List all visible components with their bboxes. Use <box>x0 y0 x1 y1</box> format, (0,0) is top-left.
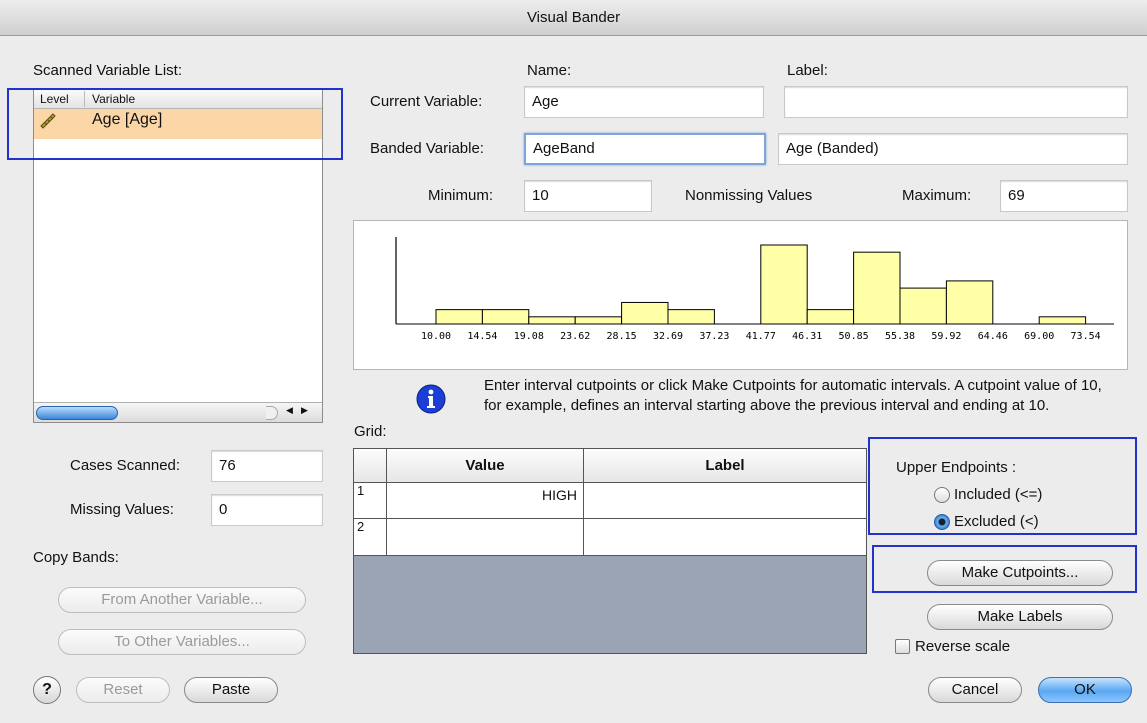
upper-endpoints-title: Upper Endpoints : <box>896 459 1017 476</box>
grid-cell-value[interactable] <box>387 519 584 555</box>
histogram-bar <box>621 301 669 325</box>
histogram-bar <box>806 309 855 325</box>
grid-col-label[interactable]: Label <box>584 449 866 482</box>
banded-variable-name-field[interactable]: AgeBand <box>524 133 766 165</box>
scanned-list-title: Scanned Variable List: <box>33 62 182 79</box>
tick-label: 69.00 <box>1024 331 1054 342</box>
tick-label: 41.77 <box>746 331 776 342</box>
current-variable-label: Current Variable: <box>370 93 483 110</box>
maximum-label: Maximum: <box>902 187 972 204</box>
tick-label: 14.54 <box>467 331 497 342</box>
scroll-left-arrow-icon[interactable]: ◀ <box>286 405 293 416</box>
make-labels-button[interactable]: Make Labels <box>927 604 1113 630</box>
tick-label: 32.69 <box>653 331 683 342</box>
tick-label: 46.31 <box>792 331 822 342</box>
cases-scanned-field: 76 <box>211 450 323 482</box>
histogram-bar <box>481 309 530 325</box>
table-row[interactable]: 1 HIGH <box>354 483 866 519</box>
included-radio-label: Included (<=) <box>954 486 1043 503</box>
tick-label: 19.08 <box>514 331 544 342</box>
cases-scanned-label: Cases Scanned: <box>70 457 181 474</box>
highlight-box-list <box>7 88 343 160</box>
to-other-variables-button[interactable]: To Other Variables... <box>58 629 306 655</box>
included-radio-option[interactable]: Included (<=) <box>934 486 1042 503</box>
grid-row-number: 1 <box>354 483 387 518</box>
scrollbar-thumb[interactable] <box>36 406 118 420</box>
tick-label: 10.00 <box>421 331 451 342</box>
histogram-chart: 10.00 14.54 19.08 23.62 28.15 32.69 37.23 41.77… <box>395 237 1114 342</box>
grid-header: Value Label <box>354 449 866 483</box>
tick-label: 55.38 <box>885 331 915 342</box>
cancel-button[interactable]: Cancel <box>928 677 1022 703</box>
label-column-header: Label: <box>787 62 828 79</box>
scroll-right-arrow-icon[interactable]: ▶ <box>301 405 308 416</box>
histogram-bar <box>667 309 715 325</box>
nonmissing-values-label: Nonmissing Values <box>685 187 813 204</box>
included-radio[interactable] <box>934 486 950 503</box>
from-another-variable-button[interactable]: From Another Variable... <box>58 587 306 613</box>
tick-label: 73.54 <box>1071 331 1101 342</box>
copy-bands-title: Copy Bands: <box>33 549 119 566</box>
tick-label: 64.46 <box>978 331 1008 342</box>
tick-label: 23.62 <box>560 331 590 342</box>
excluded-radio-label: Excluded (<) <box>954 513 1039 530</box>
banded-variable-label: Banded Variable: <box>370 140 484 157</box>
grid-col-value[interactable]: Value <box>387 449 584 482</box>
histogram-bar <box>435 309 483 325</box>
tick-label: 28.15 <box>607 331 637 342</box>
maximum-field: 69 <box>1000 180 1128 212</box>
tick-label: 37.23 <box>699 331 729 342</box>
name-column-header: Name: <box>527 62 572 79</box>
grid-cell-value[interactable]: HIGH <box>387 483 584 518</box>
minimum-field: 10 <box>524 180 652 212</box>
histogram-bar <box>528 316 576 325</box>
help-icon: ? <box>42 681 52 698</box>
table-row[interactable]: 2 <box>354 519 866 556</box>
excluded-radio[interactable] <box>934 513 950 530</box>
horizontal-scrollbar[interactable]: ◀ ▶ <box>34 402 322 422</box>
tick-label: 59.92 <box>931 331 961 342</box>
ok-button[interactable]: OK <box>1038 677 1132 703</box>
current-variable-name-field[interactable]: Age <box>524 86 764 118</box>
banded-variable-label-field[interactable]: Age (Banded) <box>778 133 1128 165</box>
make-cutpoints-button[interactable]: Make Cutpoints... <box>927 560 1113 586</box>
window-title: Visual Bander <box>526 9 621 26</box>
histogram-bar <box>1038 316 1087 325</box>
help-button[interactable]: ? <box>33 676 61 704</box>
grid-row-number: 2 <box>354 519 387 555</box>
excluded-radio-option[interactable]: Excluded (<) <box>934 513 1039 530</box>
info-icon <box>416 384 446 414</box>
histogram-panel: 10.00 14.54 19.08 23.62 28.15 32.69 37.23 41.77… <box>353 220 1128 370</box>
histogram-bar <box>945 280 994 325</box>
minimum-label: Minimum: <box>428 187 494 204</box>
window-title-bar: Visual Bander <box>0 0 1147 36</box>
histogram-bar <box>853 251 901 325</box>
grid-cell-label[interactable] <box>584 483 866 518</box>
reverse-scale-option[interactable]: Reverse scale <box>895 638 1010 655</box>
grid-cell-label[interactable] <box>584 519 866 555</box>
histogram-bar <box>899 287 947 325</box>
histogram-bar <box>760 244 808 325</box>
missing-values-field: 0 <box>211 494 323 526</box>
current-variable-label-field[interactable] <box>784 86 1128 118</box>
info-text: Enter interval cutpoints or click Make C… <box>484 377 1102 414</box>
paste-button[interactable]: Paste <box>184 677 278 703</box>
histogram-bar <box>574 316 623 325</box>
reverse-scale-checkbox[interactable] <box>895 639 910 654</box>
grid-title: Grid: <box>354 423 387 440</box>
missing-values-label: Missing Values: <box>70 501 174 518</box>
tick-label: 50.85 <box>839 331 869 342</box>
cutpoint-grid[interactable]: Value Label 1 HIGH 2 <box>353 448 867 654</box>
reverse-scale-label: Reverse scale <box>915 638 1011 655</box>
reset-button[interactable]: Reset <box>76 677 170 703</box>
